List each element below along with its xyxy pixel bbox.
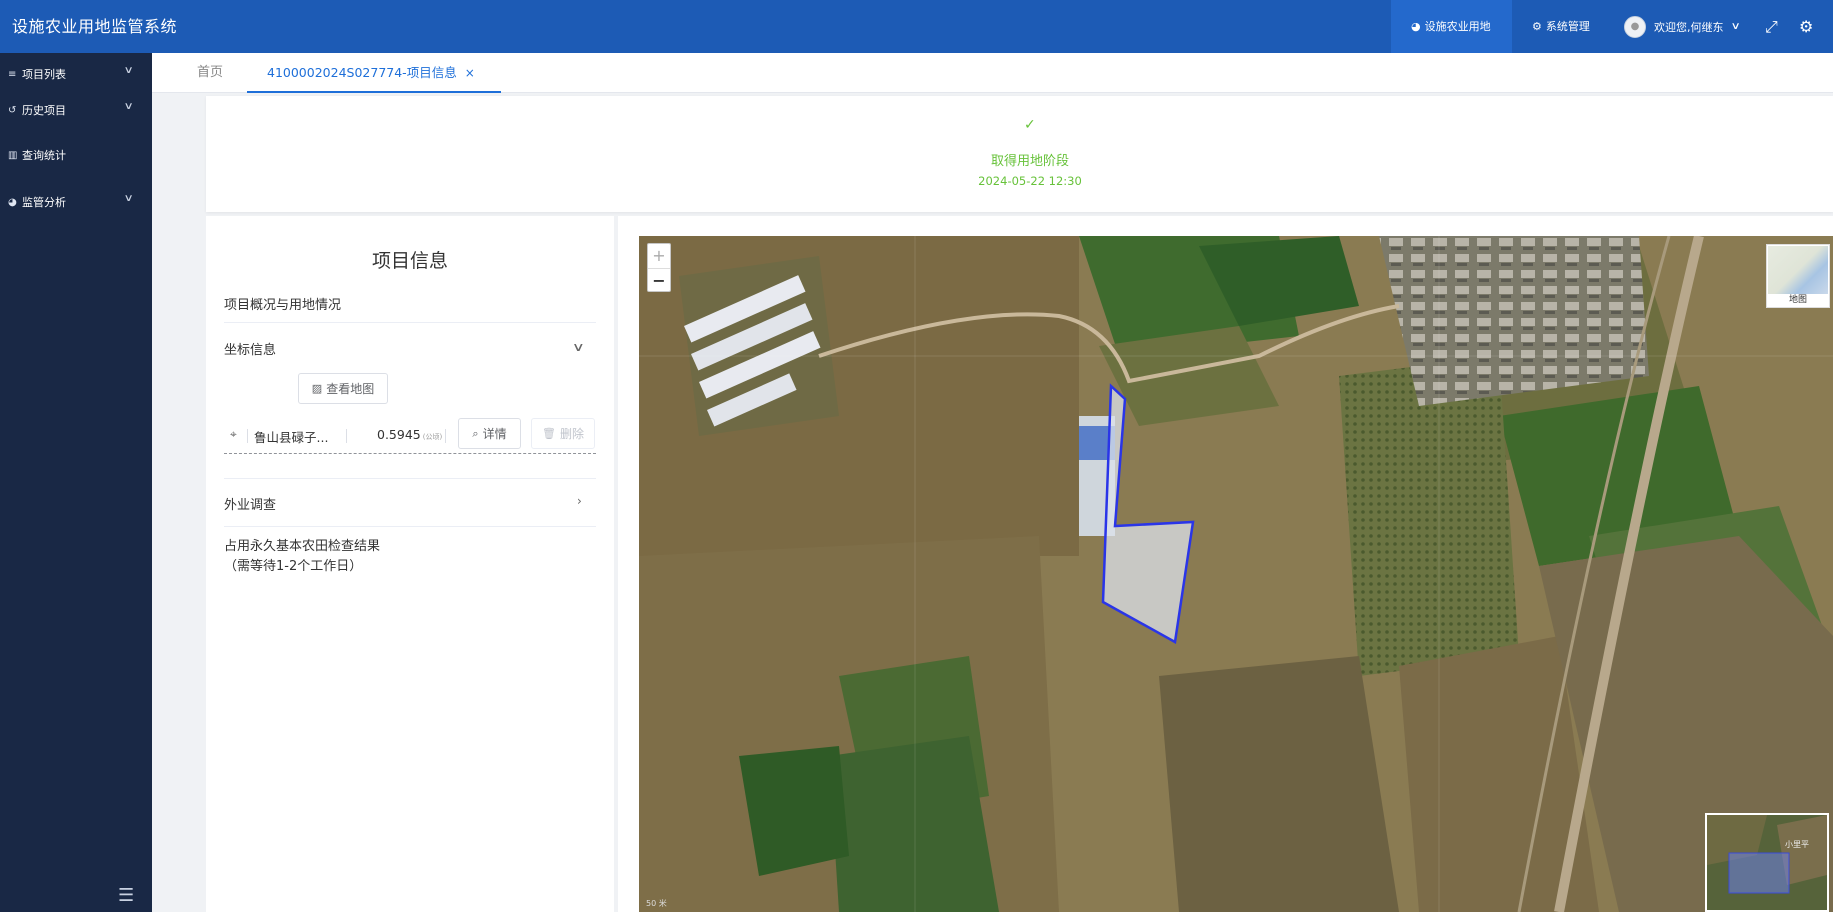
divider bbox=[224, 322, 596, 323]
pie-chart-icon: ◕ bbox=[8, 196, 17, 208]
top-header: 设施农业用地监管系统 ◕ 设施农业用地 ⚙ 系统管理 ● 欢迎您,何继东 ∨ ⤢… bbox=[0, 0, 1833, 53]
chevron-down-icon[interactable]: ∨ bbox=[572, 340, 585, 354]
farmland-check-title: 占用永久基本农田检查结果 bbox=[224, 539, 381, 554]
divider bbox=[224, 478, 596, 479]
tab-label: 4100002024S027774-项目信息 bbox=[267, 65, 457, 80]
sidebar-item-label: 历史项目 bbox=[22, 104, 66, 117]
app-title: 设施农业用地监管系统 bbox=[12, 17, 178, 36]
check-icon: ✓ bbox=[1024, 117, 1036, 133]
map-scale: 50 米 bbox=[646, 899, 667, 908]
overview-place-label: 小里平 bbox=[1785, 840, 1809, 849]
chevron-down-icon: ∨ bbox=[123, 65, 134, 76]
fullscreen-icon[interactable]: ⤢ bbox=[1765, 0, 1778, 53]
bar-chart-icon: ▥ bbox=[8, 149, 18, 161]
overview-map[interactable]: 小里平 bbox=[1705, 813, 1829, 912]
stage-title: 取得用地阶段 bbox=[990, 154, 1069, 169]
location-icon: ⌖ bbox=[230, 427, 237, 441]
coord-name: 鲁山县碌子... bbox=[254, 430, 329, 445]
field-survey-link[interactable]: 外业调查 bbox=[224, 494, 276, 513]
chevron-down-icon: ∨ bbox=[123, 193, 134, 204]
tab-project-info[interactable]: 4100002024S027774-项目信息 × bbox=[247, 53, 501, 93]
nav-label: 系统管理 bbox=[1545, 20, 1590, 33]
sidebar-item-label: 监管分析 bbox=[22, 196, 66, 209]
cogs-icon: ⚙ bbox=[1532, 20, 1542, 33]
area-value: 0.5945 (公顷) bbox=[377, 427, 442, 442]
sidebar-item-history[interactable]: ↺ 历史项目 ∨ bbox=[0, 97, 152, 123]
avatar: ● bbox=[1624, 15, 1646, 38]
settings-icon[interactable]: ⚙ bbox=[1799, 0, 1813, 53]
sidebar-item-label: 项目列表 bbox=[22, 68, 66, 81]
history-icon: ↺ bbox=[8, 104, 17, 116]
nav-system-management[interactable]: ⚙ 系统管理 bbox=[1512, 0, 1620, 53]
sidebar: ≡ 项目列表 ∨ ↺ 历史项目 ∨ ▥ 查询统计 ◕ 监管分析 ∨ ☰ bbox=[0, 53, 152, 912]
view-map-button[interactable]: ▨ 查看地图 bbox=[298, 373, 388, 404]
tabs-bar: 首页 4100002024S027774-项目信息 × bbox=[152, 53, 1833, 93]
area-unit: (公顷) bbox=[422, 433, 443, 441]
button-label: 详情 bbox=[482, 427, 507, 441]
panel-title: 项目信息 bbox=[371, 250, 448, 272]
basemap-thumbnail bbox=[1768, 246, 1828, 294]
button-label: 查看地图 bbox=[326, 382, 375, 396]
overview-imagery: 小里平 bbox=[1707, 815, 1827, 910]
tab-home[interactable]: 首页 bbox=[197, 53, 223, 93]
button-label: 删除 bbox=[559, 427, 584, 441]
user-menu[interactable]: ● 欢迎您,何继东 ∨ bbox=[1620, 0, 1741, 53]
divider bbox=[346, 429, 347, 443]
stage-time: 2024-05-22 12:30 bbox=[978, 174, 1082, 188]
image-icon: ▨ bbox=[311, 382, 323, 395]
user-greeting: 欢迎您,何继东 bbox=[1654, 20, 1724, 34]
close-icon[interactable]: × bbox=[465, 66, 475, 80]
search-icon: ⌕ bbox=[472, 426, 479, 440]
menu-collapse-icon[interactable]: ☰ bbox=[118, 885, 134, 906]
sidebar-item-project-list[interactable]: ≡ 项目列表 ∨ bbox=[0, 61, 152, 87]
nav-label: 设施农业用地 bbox=[1424, 20, 1491, 33]
nav-facility-agri-land[interactable]: ◕ 设施农业用地 bbox=[1391, 0, 1512, 53]
zoom-control: + − bbox=[647, 243, 671, 292]
satellite-imagery bbox=[639, 236, 1833, 912]
divider bbox=[224, 526, 596, 527]
farmland-check-note: （需等待1-2个工作日） bbox=[224, 559, 363, 574]
basemap-label: 地图 bbox=[1788, 295, 1807, 305]
pie-chart-icon: ◕ bbox=[1411, 20, 1421, 33]
chevron-right-icon[interactable]: › bbox=[577, 494, 582, 508]
divider bbox=[247, 429, 248, 443]
sidebar-item-query-stats[interactable]: ▥ 查询统计 bbox=[0, 142, 152, 168]
zoom-out-button[interactable]: − bbox=[648, 268, 670, 292]
overview-heading: 项目概况与用地情况 bbox=[224, 298, 342, 313]
area-number: 0.5945 bbox=[377, 427, 421, 442]
delete-button[interactable]: 🗑 删除 bbox=[531, 418, 595, 449]
coord-section-toggle[interactable]: 坐标信息 bbox=[224, 339, 276, 358]
chevron-down-icon: ∨ bbox=[123, 101, 134, 112]
basemap-switcher[interactable]: 地图 bbox=[1766, 244, 1830, 308]
chevron-down-icon: ∨ bbox=[1730, 21, 1741, 32]
sidebar-item-label: 查询统计 bbox=[22, 149, 66, 162]
detail-button[interactable]: ⌕ 详情 bbox=[458, 418, 521, 449]
satellite-map[interactable] bbox=[639, 236, 1833, 912]
trash-icon: 🗑 bbox=[542, 427, 556, 440]
divider bbox=[445, 429, 446, 443]
zoom-in-button[interactable]: + bbox=[648, 244, 670, 268]
sidebar-item-supervision[interactable]: ◕ 监管分析 ∨ bbox=[0, 189, 152, 215]
list-icon: ≡ bbox=[8, 68, 17, 80]
